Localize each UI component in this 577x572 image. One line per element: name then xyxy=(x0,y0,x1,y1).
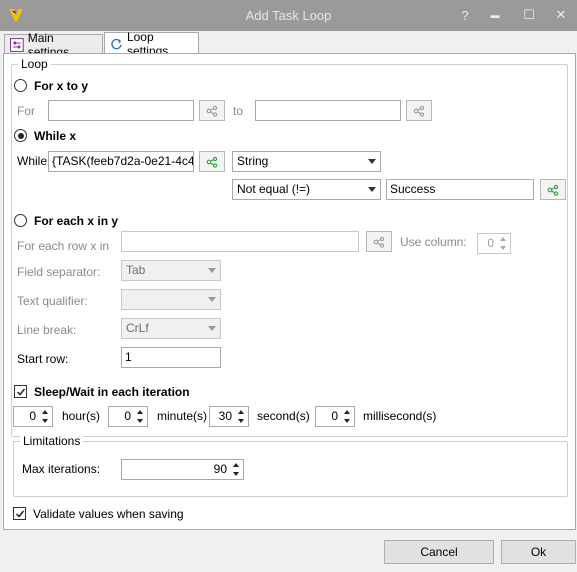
spinner-value: 0 xyxy=(29,409,36,423)
compare-variable-button[interactable] xyxy=(540,179,566,200)
for-from-variable-button[interactable] xyxy=(199,100,225,121)
sleep-label: Sleep/Wait in each iteration xyxy=(34,385,190,399)
line-break-select[interactable]: CrLf xyxy=(121,318,221,339)
chevron-down-icon xyxy=(208,326,216,331)
text-qualifier-select[interactable] xyxy=(121,289,221,310)
for-from-input[interactable] xyxy=(48,100,194,121)
limitations-legend: Limitations xyxy=(20,434,84,448)
spinner-value: 0 xyxy=(331,409,338,423)
spinner-arrows-icon xyxy=(237,409,246,424)
for-to-input[interactable] xyxy=(255,100,401,121)
loop-settings-panel: Loop For x to y For to While x While {TA… xyxy=(3,53,576,530)
for-each-row-input[interactable] xyxy=(121,231,359,252)
for-each-row-label: For each row x in xyxy=(17,239,110,253)
validate-checkbox[interactable] xyxy=(13,507,26,520)
select-value: Not equal (!=) xyxy=(237,182,311,196)
variable-share-icon xyxy=(413,105,425,117)
field-separator-label: Field separator: xyxy=(17,265,101,279)
while-variable-button[interactable] xyxy=(199,151,225,172)
minutes-label: minute(s) xyxy=(157,409,208,423)
seconds-label: second(s) xyxy=(257,409,310,423)
loop-legend: Loop xyxy=(18,57,51,71)
maximize-button[interactable]: ☐ xyxy=(516,4,542,26)
select-value: String xyxy=(237,154,269,168)
milliseconds-label: millisecond(s) xyxy=(363,409,437,423)
minimize-icon: ▬ xyxy=(490,10,500,20)
start-row-input[interactable]: 1 xyxy=(121,347,221,368)
title-bar: Add Task Loop ? ▬ ☐ ✕ xyxy=(0,0,577,31)
spinner-arrows-icon xyxy=(136,409,145,424)
spinner-arrows-icon xyxy=(499,236,508,251)
chevron-down-icon xyxy=(368,187,376,192)
minutes-spinner[interactable]: 0 xyxy=(108,406,148,427)
spinner-arrows-icon xyxy=(343,409,352,424)
while-label: While xyxy=(17,154,48,168)
chevron-down-icon xyxy=(208,297,216,302)
spinner-value: 90 xyxy=(213,462,227,476)
close-icon: ✕ xyxy=(555,7,567,22)
help-icon: ? xyxy=(461,7,469,23)
hours-spinner[interactable]: 0 xyxy=(13,406,53,427)
minimize-button[interactable]: ▬ xyxy=(482,4,508,26)
select-value: CrLf xyxy=(126,321,149,335)
for-x-to-y-radio[interactable] xyxy=(14,79,27,92)
milliseconds-spinner[interactable]: 0 xyxy=(315,406,355,427)
checkmark-icon xyxy=(16,388,26,396)
while-x-label: While x xyxy=(34,129,77,143)
tab-strip: Main settings Loop settings xyxy=(2,30,575,59)
variable-share-icon xyxy=(373,236,385,248)
to-label: to xyxy=(233,104,244,118)
for-label: For xyxy=(17,104,35,118)
for-each-radio[interactable] xyxy=(14,214,27,227)
select-value: Tab xyxy=(126,263,146,277)
for-x-to-y-label: For x to y xyxy=(34,79,89,93)
line-break-label: Line break: xyxy=(17,323,77,337)
max-iterations-label: Max iterations: xyxy=(22,462,101,476)
for-to-variable-button[interactable] xyxy=(406,100,432,121)
use-column-label: Use column: xyxy=(400,235,467,249)
while-compare-input[interactable]: Success xyxy=(386,179,534,200)
field-separator-select[interactable]: Tab xyxy=(121,260,221,281)
spinner-value: 30 xyxy=(218,409,232,423)
close-button[interactable]: ✕ xyxy=(548,4,574,26)
hours-label: hour(s) xyxy=(62,409,101,423)
max-iterations-spinner[interactable]: 90 xyxy=(121,459,244,480)
for-each-variable-button[interactable] xyxy=(366,231,392,252)
help-button[interactable]: ? xyxy=(452,4,478,26)
for-each-label: For each x in y xyxy=(34,214,119,228)
while-value-input[interactable]: {TASK(feeb7d2a-0e21-4c46-8 xyxy=(48,151,194,172)
while-operator-select[interactable]: Not equal (!=) xyxy=(232,179,381,200)
chevron-down-icon xyxy=(208,268,216,273)
chevron-down-icon xyxy=(368,159,376,164)
tab-main-settings[interactable]: Main settings xyxy=(4,31,103,59)
settings-sliders-icon xyxy=(10,37,24,52)
while-type-select[interactable]: String xyxy=(232,151,381,172)
variable-share-icon xyxy=(206,156,218,168)
spinner-value: 0 xyxy=(487,236,494,250)
spinner-value: 0 xyxy=(124,409,131,423)
while-x-radio[interactable] xyxy=(14,129,27,142)
spinner-arrows-icon xyxy=(41,409,50,424)
validate-label: Validate values when saving xyxy=(33,507,184,521)
use-column-spinner[interactable]: 0 xyxy=(477,233,511,254)
start-row-label: Start row: xyxy=(17,352,69,366)
ok-button[interactable]: Ok xyxy=(501,540,576,564)
checkmark-icon xyxy=(15,510,25,518)
sleep-checkbox[interactable] xyxy=(14,385,27,398)
maximize-icon: ☐ xyxy=(523,7,535,22)
variable-share-icon xyxy=(547,184,559,196)
spinner-arrows-icon xyxy=(232,462,241,477)
loop-icon xyxy=(111,38,122,49)
variable-share-icon xyxy=(206,105,218,117)
seconds-spinner[interactable]: 30 xyxy=(209,406,249,427)
dialog-footer: Cancel Ok xyxy=(0,530,577,572)
cancel-button[interactable]: Cancel xyxy=(384,540,494,564)
tab-loop-settings[interactable]: Loop settings xyxy=(104,30,199,58)
text-qualifier-label: Text qualifier: xyxy=(17,294,88,308)
